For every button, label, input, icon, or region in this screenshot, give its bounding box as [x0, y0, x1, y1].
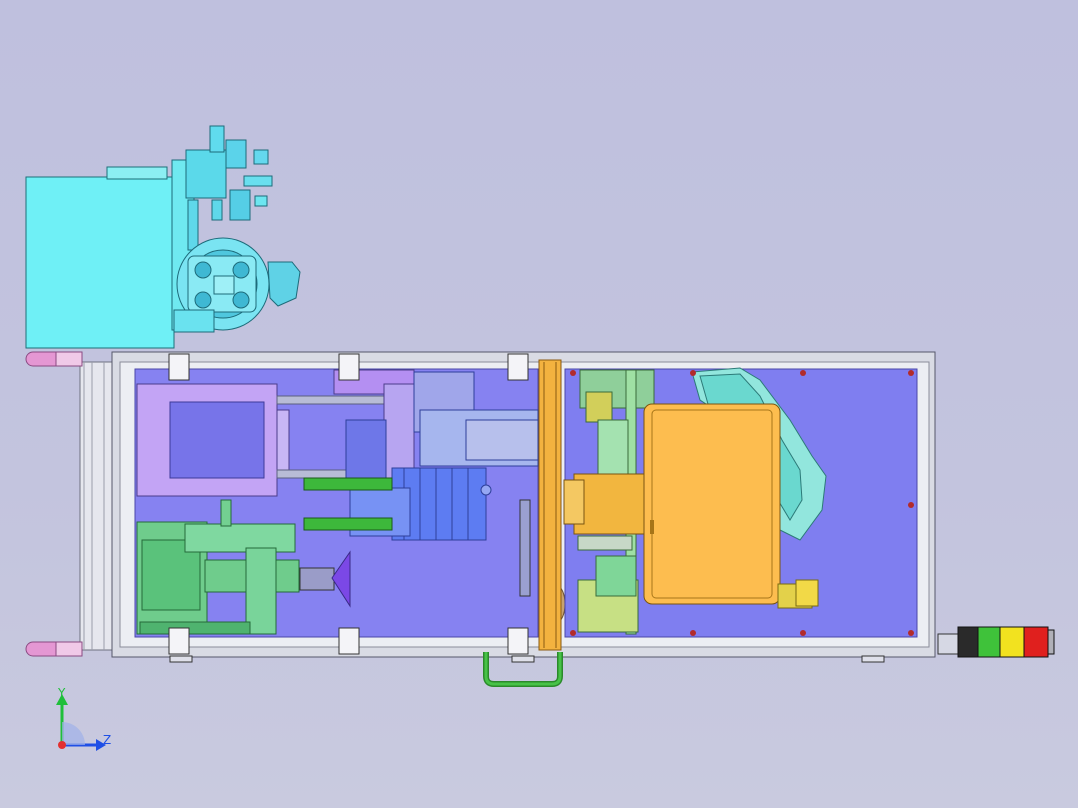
z-axis-label: Z [103, 733, 111, 747]
pump-valve-assembly[interactable] [171, 125, 301, 333]
y-axis-label: Y [57, 686, 66, 700]
orange-mounting-plate[interactable] [538, 359, 562, 651]
hydraulic-enclosure[interactable] [25, 166, 175, 349]
caster-top [25, 351, 83, 367]
caster-bottom [25, 641, 83, 657]
axis-triad[interactable]: Y Z [56, 686, 111, 751]
clamp-lower[interactable] [303, 517, 393, 531]
lamp-black [957, 626, 979, 658]
signal-tower[interactable] [937, 626, 1055, 658]
monitor[interactable] [643, 403, 781, 605]
clamp-upper[interactable] [303, 477, 393, 491]
stepper-motor [777, 579, 819, 609]
lamp-green [977, 626, 1001, 658]
cad-viewport[interactable]: Y Z [0, 0, 1078, 808]
lamp-red [1023, 626, 1049, 658]
lamp-yellow [999, 626, 1025, 658]
